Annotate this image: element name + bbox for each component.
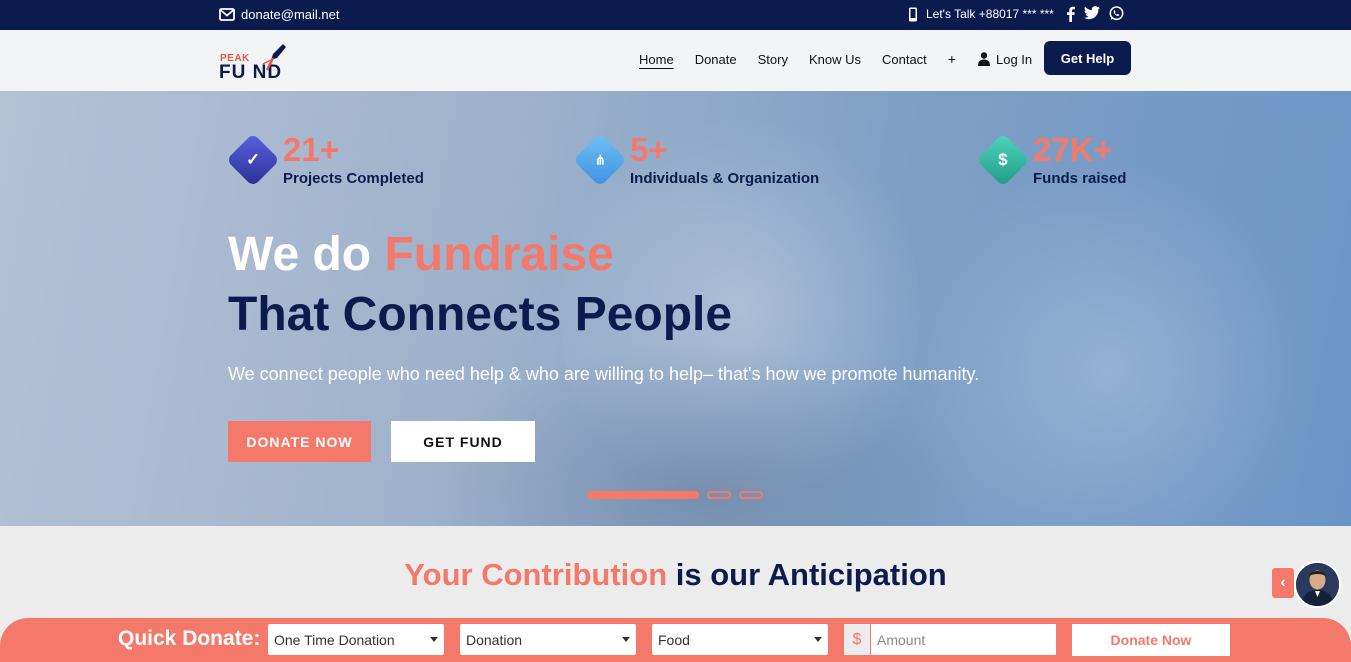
nav-donate[interactable]: Donate — [695, 52, 737, 67]
stat-individuals: ⋔ 5+ Individuals & Organization — [573, 131, 820, 187]
stat-individuals-value: 5+ — [630, 131, 668, 168]
chevron-down-icon — [430, 637, 438, 642]
stat-projects: ✓ 21+ Projects Completed — [226, 131, 424, 187]
hero-title-line1: We do Fundraise — [228, 227, 614, 282]
hero-subtitle: We connect people who need help & who ar… — [228, 364, 980, 384]
type-select-value: Donation — [466, 631, 523, 648]
user-icon — [977, 52, 990, 66]
type-select[interactable]: Donation — [460, 624, 636, 655]
quick-donate-button[interactable]: Donate Now — [1072, 624, 1230, 656]
rocket-icon — [262, 44, 286, 71]
hero-title-highlight: Fundraise — [384, 228, 614, 281]
dollar-icon: $ — [976, 133, 1030, 187]
main-nav: Home Donate Story Know Us Contact + Log … — [639, 51, 1032, 67]
stat-projects-value: 21+ — [283, 131, 339, 168]
phone-text[interactable]: Let's Talk +88017 *** *** — [926, 7, 1054, 21]
amount-input[interactable] — [871, 624, 1056, 655]
stat-funds-label: Funds raised — [1033, 170, 1127, 187]
contribution-heading-rest: is our Anticipation — [667, 557, 947, 592]
check-icon: ✓ — [226, 133, 280, 187]
frequency-select-value: One Time Donation — [274, 631, 395, 648]
network-icon: ⋔ — [573, 133, 627, 187]
main-header: PEAK FU ND Home Donate Story Know Us Con… — [0, 30, 1351, 91]
category-select[interactable]: Food — [652, 624, 828, 655]
contribution-heading: Your Contribution is our Anticipation — [0, 557, 1351, 593]
hero-slider: ✓ 21+ Projects Completed ⋔ 5+ Individual… — [0, 91, 1351, 526]
login-link[interactable]: Log In — [977, 51, 1033, 67]
hero-title-line2: That Connects People — [228, 288, 733, 341]
contact-email[interactable]: donate@mail.net — [219, 7, 339, 22]
frequency-select[interactable]: One Time Donation — [268, 624, 444, 655]
person-avatar-icon — [1296, 563, 1339, 606]
chevron-down-icon — [622, 637, 630, 642]
slider-dot-3[interactable] — [739, 491, 763, 499]
currency-symbol: $ — [844, 624, 870, 655]
login-label: Log In — [995, 51, 1033, 67]
mobile-icon — [909, 7, 917, 21]
stat-individuals-label: Individuals & Organization — [630, 170, 820, 187]
hero-title-prefix: We do — [228, 228, 385, 281]
twitter-icon[interactable] — [1083, 6, 1100, 20]
get-fund-button[interactable]: GET FUND — [391, 421, 535, 462]
slider-dots — [587, 491, 763, 499]
email-text: donate@mail.net — [241, 7, 340, 22]
site-logo[interactable]: PEAK FU ND — [219, 42, 309, 83]
quick-donate-title: Quick Donate: — [118, 627, 261, 650]
stat-funds-value: 27K+ — [1033, 131, 1113, 168]
nav-know-us[interactable]: Know Us — [809, 52, 861, 67]
donate-now-button[interactable]: DONATE NOW — [228, 421, 371, 462]
support-avatar[interactable] — [1294, 561, 1341, 608]
chevron-left-icon: ‹ — [1280, 574, 1286, 591]
get-help-button[interactable]: Get Help — [1044, 41, 1131, 75]
nav-story[interactable]: Story — [758, 52, 788, 67]
slider-dot-1[interactable] — [587, 491, 699, 499]
chat-toggle-button[interactable]: ‹ — [1272, 568, 1294, 598]
slider-dot-2[interactable] — [707, 491, 731, 499]
contribution-heading-highlight: Your Contribution — [404, 557, 668, 592]
chevron-down-icon — [814, 637, 822, 642]
nav-contact[interactable]: Contact — [882, 52, 927, 67]
stat-funds: $ 27K+ Funds raised — [976, 131, 1127, 187]
top-bar: donate@mail.net Let's Talk +88017 *** **… — [0, 0, 1351, 30]
mail-icon — [219, 8, 235, 21]
whatsapp-icon[interactable] — [1109, 6, 1124, 21]
stat-projects-label: Projects Completed — [283, 170, 424, 187]
quick-donate-bar: Quick Donate: One Time Donation Donation… — [0, 618, 1351, 662]
facebook-icon[interactable] — [1066, 6, 1075, 22]
category-select-value: Food — [658, 631, 690, 648]
nav-more-toggle[interactable]: + — [948, 51, 956, 67]
nav-home[interactable]: Home — [639, 52, 674, 67]
